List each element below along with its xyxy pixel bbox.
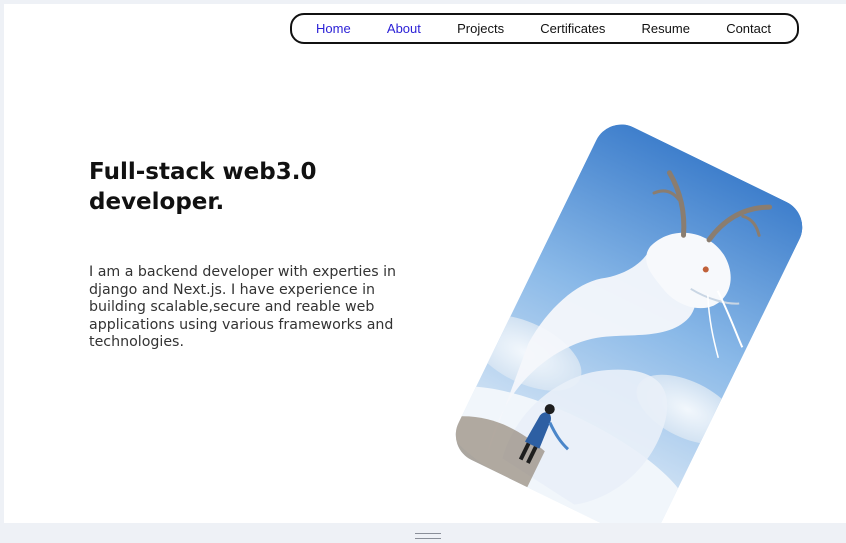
nav-link-contact[interactable]: Contact — [726, 21, 771, 36]
resize-handle-icon[interactable] — [415, 533, 441, 539]
page-viewport: Home About Projects Certificates Resume … — [4, 4, 846, 523]
hero-title: Full-stack web3.0 developer. — [89, 159, 317, 215]
bottom-panel-bar — [0, 523, 846, 543]
nav-link-resume[interactable]: Resume — [642, 21, 690, 36]
nav-link-about[interactable]: About — [387, 21, 421, 36]
hero-description: I am a backend developer with experties … — [89, 264, 397, 350]
dragon-illustration — [446, 115, 812, 523]
dragon-image — [446, 115, 812, 523]
nav-link-home[interactable]: Home — [316, 21, 351, 36]
top-navigation: Home About Projects Certificates Resume … — [290, 13, 799, 44]
nav-link-projects[interactable]: Projects — [457, 21, 504, 36]
nav-link-certificates[interactable]: Certificates — [540, 21, 605, 36]
